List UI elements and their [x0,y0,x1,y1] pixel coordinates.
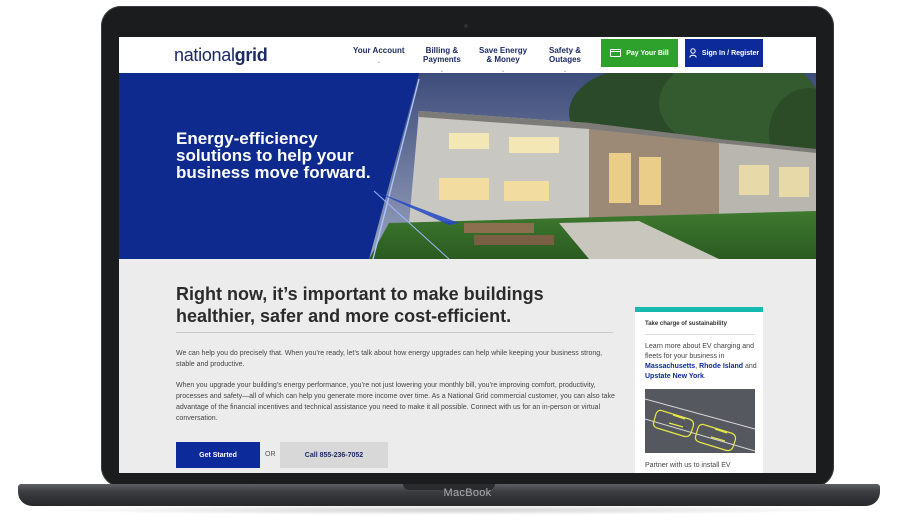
nav-safety-outages[interactable]: Safety & Outages ⌄ [549,46,581,76]
card-text-intro: Learn more about EV charging and fleets … [645,343,754,360]
device-label: MacBook [443,487,492,499]
link-upstate-new-york[interactable]: Upstate New York [645,373,704,380]
sign-in-label: Sign In / Register [701,49,760,57]
card-text: Learn more about EV charging and fleets … [645,342,757,382]
get-started-button[interactable]: Get Started [176,442,260,468]
logo-light-text: national [174,45,235,65]
pay-bill-label: Pay Your Bill [626,49,669,57]
body-paragraph: When you upgrade your building’s energy … [176,382,615,422]
logo-bold-text: grid [234,45,268,65]
intro-paragraph: We can help you do precisely that. When … [176,350,603,368]
card-text-end: . [703,373,706,380]
page-title: Right now, it’s important to make buildi… [176,284,544,326]
nav-label-line2: Outages [549,55,582,64]
card-text-sep: and [743,363,757,370]
nav-label: Billing & [425,46,459,55]
ev-parking-image [645,389,755,453]
link-rhode-island[interactable]: Rhode Island [699,363,743,370]
link-massachusetts[interactable]: Massachusetts [645,363,695,370]
pay-your-bill-button[interactable]: Pay Your Bill [601,39,678,67]
or-separator: OR [265,451,276,458]
nav-label-line2: & Money [486,55,520,64]
hero-banner: Energy-efficiency solutions to help your… [119,73,816,259]
nav-label: Safety & [549,46,582,55]
user-icon [689,48,697,58]
card-divider [645,334,755,335]
call-phone-button[interactable]: Call 855-236-7052 [280,442,388,468]
card-accent-bar [635,307,763,312]
site-header: nationalgrid Your Account ⌄ Billing & Pa… [119,37,816,76]
sustainability-card: Take charge of sustainability Learn more… [635,307,763,473]
nav-label: Save Energy [479,46,528,55]
card-title: Take charge of sustainability [645,321,727,327]
sign-in-register-button[interactable]: Sign In / Register [685,39,763,67]
nav-your-account[interactable]: Your Account ⌄ [353,46,405,67]
card-footer-text: Partner with us to install EV [645,462,731,469]
browser-screen: nationalgrid Your Account ⌄ Billing & Pa… [119,37,816,473]
camera-icon [464,24,468,28]
nav-label-line2: Payments [423,55,461,64]
chevron-down-icon: ⌄ [376,59,382,65]
nav-save-energy[interactable]: Save Energy & Money ⌄ [479,46,527,76]
nav-label: Your Account [353,46,405,55]
heading-divider [176,332,613,333]
nav-billing-payments[interactable]: Billing & Payments ⌄ [423,46,461,76]
national-grid-logo[interactable]: nationalgrid [174,45,268,66]
laptop-shadow [40,505,858,515]
credit-card-icon [610,49,622,57]
ev-cars-illustration [645,389,755,453]
hero-title: Energy-efficiency solutions to help your… [176,129,371,182]
